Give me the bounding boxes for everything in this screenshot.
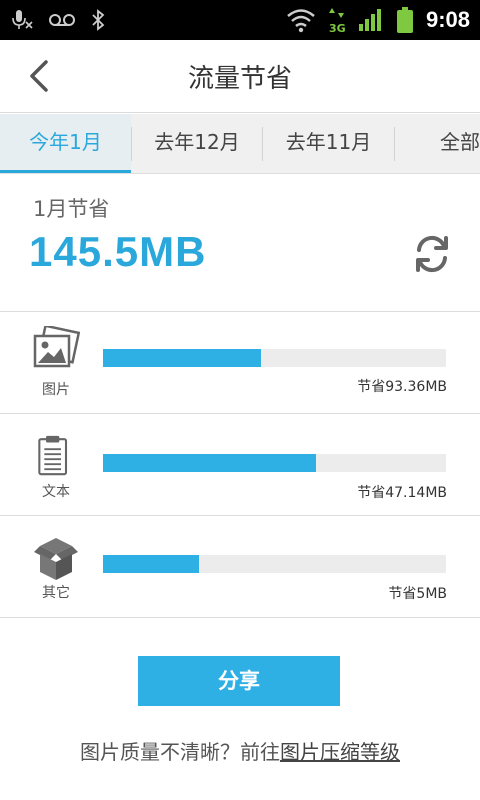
signal-icon: [358, 9, 381, 31]
category-row-other: 其它 节省5MB: [0, 516, 480, 618]
3g-data-icon: 3G: [328, 8, 346, 34]
progress-fill: [103, 555, 200, 573]
status-time: 9:08: [425, 7, 470, 32]
wifi-icon: [287, 9, 315, 33]
svg-text:3G: 3G: [329, 22, 346, 34]
category-row-text: 文本 节省47.14MB: [0, 414, 480, 516]
category-row-images: 图片 节省93.36MB: [0, 312, 480, 414]
status-bar: 3G 9:08: [0, 0, 480, 40]
category-label: 图片: [42, 382, 70, 398]
document-icon: [38, 435, 68, 476]
saved-amount: 节省93.36MB: [357, 379, 447, 395]
tab-last-november[interactable]: 去年11月: [263, 114, 394, 173]
bluetooth-icon: [92, 9, 105, 31]
tab-all[interactable]: 全部: [418, 114, 480, 173]
progress-track: [103, 454, 446, 472]
divider: [0, 617, 480, 618]
footer-text: 图片质量不清晰？前往: [80, 740, 280, 764]
progress-track: [103, 555, 446, 573]
page-title: 流量节省: [187, 64, 292, 94]
summary-value: 145.5MB: [29, 228, 207, 275]
summary-label: 1月节省: [33, 197, 110, 221]
progress-fill: [103, 349, 261, 367]
battery-icon: [396, 7, 413, 33]
month-tabs: 今年1月 去年12月 去年11月 全部: [0, 114, 480, 174]
mic-mute-icon: [12, 10, 33, 29]
footer-hint: 图片质量不清晰？前往图片压缩等级: [0, 736, 480, 765]
category-label: 其它: [42, 585, 70, 601]
progress-fill: [103, 454, 316, 472]
voicemail-icon: [49, 14, 75, 26]
saved-amount: 节省5MB: [388, 586, 447, 602]
category-label: 文本: [42, 484, 70, 500]
image-icon: [33, 326, 80, 368]
tab-last-december[interactable]: 去年12月: [132, 114, 262, 173]
refresh-icon[interactable]: [410, 232, 454, 276]
tab-this-january[interactable]: 今年1月: [0, 114, 131, 173]
header: 流量节省: [0, 40, 480, 113]
compression-level-link[interactable]: 图片压缩等级: [280, 740, 400, 764]
box-icon: [34, 538, 78, 580]
saved-amount: 节省47.14MB: [357, 485, 447, 501]
share-button[interactable]: 分享: [138, 656, 340, 706]
tab-divider: [394, 127, 395, 161]
progress-track: [103, 349, 446, 367]
